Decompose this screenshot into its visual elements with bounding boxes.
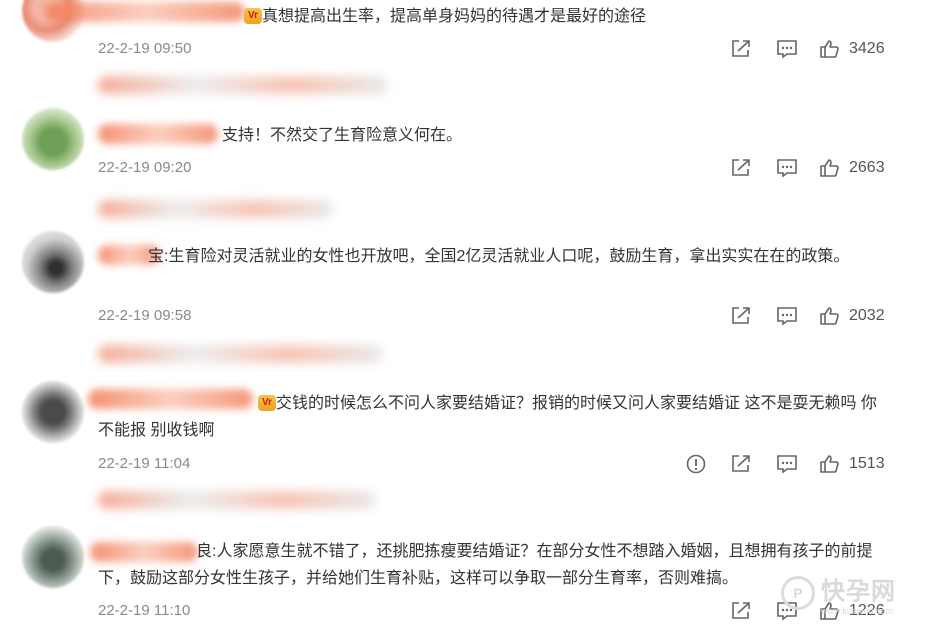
comment-time: 22-2-19 11:04 — [98, 455, 191, 472]
comment-text: 交钱的时候怎么不问人家要结婚证？报销的时候又问人家要结婚证 这不是耍无赖吗 你不… — [98, 395, 877, 439]
watermark-logo: P 快孕网 www.kuaiyun.com — [781, 572, 913, 616]
share-icon[interactable] — [728, 156, 754, 180]
share-icon[interactable] — [728, 37, 754, 61]
like-count: 1513 — [849, 455, 885, 472]
comment-icon[interactable] — [774, 452, 800, 476]
comment-time: 22-2-19 09:20 — [98, 159, 192, 176]
comment-icon[interactable] — [774, 37, 800, 61]
username[interactable] — [98, 124, 218, 144]
share-icon[interactable] — [728, 304, 754, 328]
comment-item: 宝:生育险对灵活就业的女性也开放吧，全国2亿灵活就业人口呢，鼓励生育，拿出实实在… — [0, 231, 935, 376]
comment-icon[interactable] — [774, 304, 800, 328]
report-icon[interactable] — [683, 452, 709, 476]
comment-text: 支持！不然交了生育险意义何在。 — [222, 127, 463, 144]
watermark-name: 快孕网 www.kuaiyun.com — [821, 577, 896, 616]
comment-item: Vr 真想提高出生率，提高单身妈妈的待遇才是最好的途径 22-2-19 09:5… — [0, 0, 935, 118]
avatar[interactable] — [22, 526, 84, 588]
avatar[interactable] — [22, 231, 84, 293]
share-icon[interactable] — [728, 599, 754, 623]
comment-item: Vr 交钱的时候怎么不问人家要结婚证？报销的时候又问人家要结婚证 这不是耍无赖吗… — [0, 376, 935, 514]
reply-preview[interactable] — [98, 345, 383, 363]
like-count: 2032 — [849, 307, 885, 324]
like-count: 2663 — [849, 159, 885, 176]
comment-icon[interactable] — [774, 156, 800, 180]
username[interactable] — [45, 2, 245, 22]
like-icon[interactable] — [817, 452, 843, 476]
vip-badge: Vr — [244, 8, 262, 24]
comment-text: 真想提高出生率，提高单身妈妈的待遇才是最好的途径 — [262, 8, 647, 25]
like-icon[interactable] — [817, 37, 843, 61]
reply-preview[interactable] — [98, 200, 333, 218]
like-icon[interactable] — [817, 156, 843, 180]
like-icon[interactable] — [817, 304, 843, 328]
comment-time: 22-2-19 09:50 — [98, 40, 192, 57]
share-icon[interactable] — [728, 452, 754, 476]
comment-text: 良:人家愿意生就不错了，还挑肥拣瘦要结婚证？在部分女性不想踏入婚姻，且想拥有孩子… — [98, 543, 873, 587]
like-count: 3426 — [849, 40, 885, 57]
comment-item: 支持！不然交了生育险意义何在。 22-2-19 09:20 2663 — [0, 108, 935, 236]
reply-preview[interactable] — [98, 491, 376, 509]
comment-time: 22-2-19 11:10 — [98, 602, 191, 619]
comment-time: 22-2-19 09:58 — [98, 307, 192, 324]
comment-text: 宝:生育险对灵活就业的女性也开放吧，全国2亿灵活就业人口呢，鼓励生育，拿出实实在… — [148, 248, 850, 265]
reply-preview[interactable] — [98, 76, 388, 94]
avatar[interactable] — [22, 108, 84, 170]
watermark-circle-icon: P — [781, 576, 815, 610]
avatar[interactable] — [22, 381, 84, 443]
